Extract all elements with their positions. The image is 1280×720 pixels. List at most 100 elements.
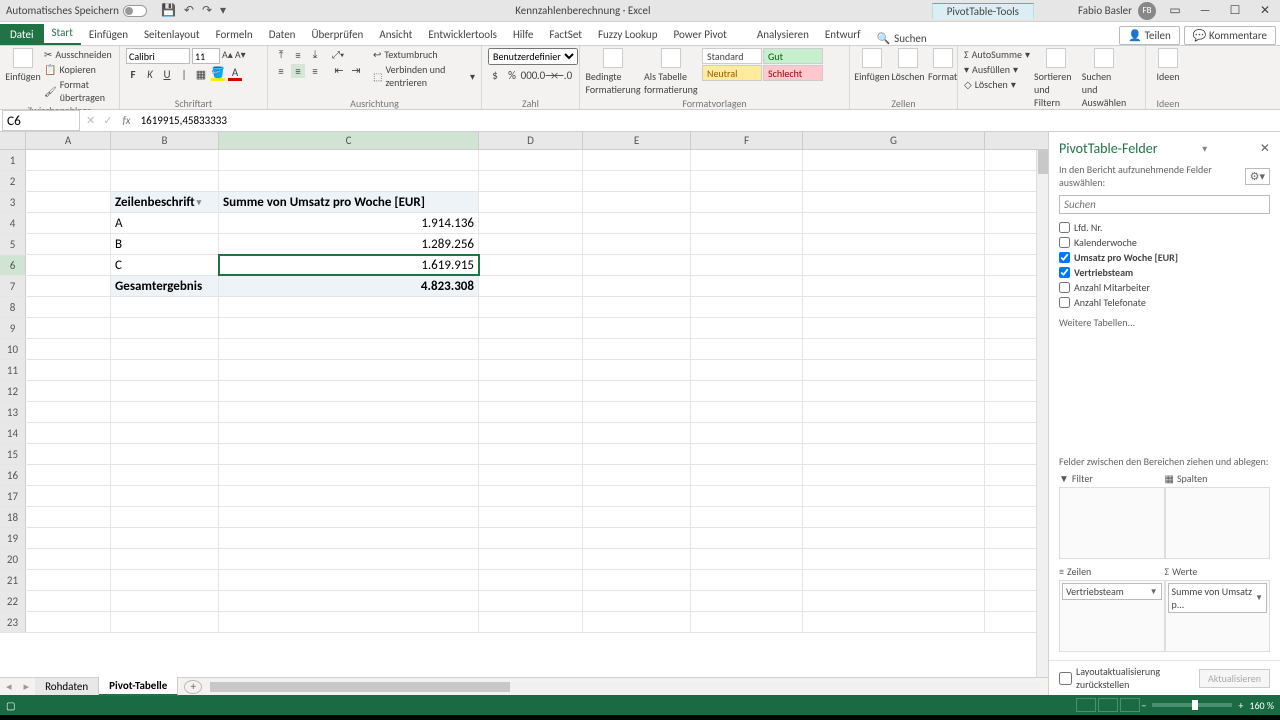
row-header[interactable]: 19 [0, 528, 26, 548]
ideas-button[interactable]: Ideen [1152, 48, 1184, 83]
cell[interactable] [479, 171, 583, 191]
row-header[interactable]: 13 [0, 402, 26, 422]
underline-button[interactable]: U [160, 67, 174, 81]
cell[interactable] [583, 486, 691, 506]
format-cells-button[interactable]: Format [928, 48, 957, 83]
cell[interactable] [219, 339, 479, 359]
tab-analysieren[interactable]: Analysieren [749, 24, 817, 45]
row-header[interactable]: 20 [0, 549, 26, 569]
cell[interactable] [583, 507, 691, 527]
cell[interactable] [26, 171, 111, 191]
cell[interactable] [219, 360, 479, 380]
cell[interactable]: Summe von Umsatz pro Woche [EUR] [219, 192, 479, 212]
align-right-icon[interactable]: ≡ [308, 64, 322, 78]
cell[interactable] [691, 255, 803, 275]
number-format-select[interactable]: Benutzerdefiniert [488, 48, 578, 65]
field-5[interactable]: Anzahl Telefonate [1059, 295, 1270, 310]
font-name-select[interactable] [126, 48, 190, 64]
field-checkbox[interactable] [1059, 252, 1070, 263]
align-mid-icon[interactable]: ≡ [291, 48, 305, 62]
cell[interactable] [691, 465, 803, 485]
ribbon-options-icon[interactable]: ▭ [1160, 0, 1190, 22]
cell[interactable] [111, 360, 219, 380]
undo-icon[interactable]: ↶ [184, 3, 194, 18]
thousands-icon[interactable]: 000 [522, 68, 536, 82]
cell[interactable] [803, 339, 985, 359]
cell[interactable] [583, 255, 691, 275]
cell[interactable] [479, 297, 583, 317]
cell[interactable] [803, 318, 985, 338]
find-select-button[interactable]: Suchen und Auswählen [1082, 48, 1126, 109]
cell[interactable] [691, 402, 803, 422]
cell[interactable] [691, 213, 803, 233]
cell[interactable]: 4.823.308 [219, 276, 479, 296]
cell[interactable] [26, 255, 111, 275]
cell[interactable] [479, 192, 583, 212]
cell[interactable] [583, 612, 691, 632]
align-center-icon[interactable]: ≡ [291, 64, 305, 78]
tab-ueberpruefen[interactable]: Überprüfen [303, 24, 371, 45]
view-pagebreak-icon[interactable] [1120, 698, 1140, 712]
cell[interactable]: 1.289.256 [219, 234, 479, 254]
cell[interactable] [479, 570, 583, 590]
select-all-corner[interactable] [0, 132, 26, 149]
cell[interactable] [26, 339, 111, 359]
cell[interactable] [691, 234, 803, 254]
cell[interactable] [583, 234, 691, 254]
tab-einfuegen[interactable]: Einfügen [81, 24, 136, 45]
vertical-scrollbar[interactable] [1036, 150, 1048, 677]
cell[interactable] [26, 591, 111, 611]
cell[interactable] [583, 549, 691, 569]
col-header-E[interactable]: E [583, 132, 691, 149]
cell[interactable] [26, 465, 111, 485]
wrap-text-button[interactable]: ↩ Textumbruch [373, 48, 475, 61]
indent-dec-icon[interactable]: ⇤ [332, 63, 346, 77]
cell[interactable] [691, 297, 803, 317]
rows-item-vertrieb[interactable]: Vertriebsteam▼ [1062, 583, 1162, 600]
cell[interactable] [691, 318, 803, 338]
cell[interactable] [479, 276, 583, 296]
fill-button[interactable]: ▾ Ausfüllen ▾ [964, 63, 1030, 76]
cell[interactable] [26, 276, 111, 296]
field-1[interactable]: Kalenderwoche [1059, 235, 1270, 250]
cell[interactable] [26, 486, 111, 506]
cell[interactable] [111, 591, 219, 611]
inc-decimal-icon[interactable]: .0→ [539, 68, 553, 82]
cell[interactable] [583, 171, 691, 191]
cell[interactable] [26, 360, 111, 380]
area-filter-box[interactable] [1059, 487, 1165, 559]
cell[interactable] [479, 423, 583, 443]
cell[interactable] [583, 444, 691, 464]
row-header[interactable]: 8 [0, 297, 26, 317]
field-4[interactable]: Anzahl Mitarbeiter [1059, 280, 1270, 295]
cell[interactable] [803, 213, 985, 233]
cell[interactable] [803, 591, 985, 611]
cell[interactable] [111, 381, 219, 401]
cell[interactable] [583, 339, 691, 359]
tab-ansicht[interactable]: Ansicht [371, 24, 420, 45]
cell[interactable]: Gesamtergebnis [111, 276, 219, 296]
cell[interactable] [583, 192, 691, 212]
row-header[interactable]: 10 [0, 339, 26, 359]
zoom-level[interactable]: 160 % [1249, 699, 1274, 712]
cell[interactable] [803, 381, 985, 401]
share-button[interactable]: 👤 Teilen [1119, 26, 1179, 45]
tab-seitenlayout[interactable]: Seitenlayout [136, 24, 208, 45]
cell[interactable] [26, 150, 111, 170]
row-header[interactable]: 14 [0, 423, 26, 443]
shrink-font-icon[interactable]: A▾ [235, 48, 246, 64]
view-normal-icon[interactable] [1076, 698, 1096, 712]
row-header[interactable]: 12 [0, 381, 26, 401]
cell[interactable] [479, 339, 583, 359]
cell[interactable] [691, 570, 803, 590]
field-0[interactable]: Lfd. Nr. [1059, 220, 1270, 235]
cell[interactable] [479, 612, 583, 632]
cell[interactable] [583, 213, 691, 233]
cell[interactable] [26, 444, 111, 464]
font-size-select[interactable] [192, 48, 220, 64]
cell[interactable] [111, 486, 219, 506]
enter-formula-icon[interactable]: ✓ [99, 114, 116, 127]
cell[interactable] [803, 171, 985, 191]
row-header[interactable]: 11 [0, 360, 26, 380]
cell[interactable] [479, 528, 583, 548]
